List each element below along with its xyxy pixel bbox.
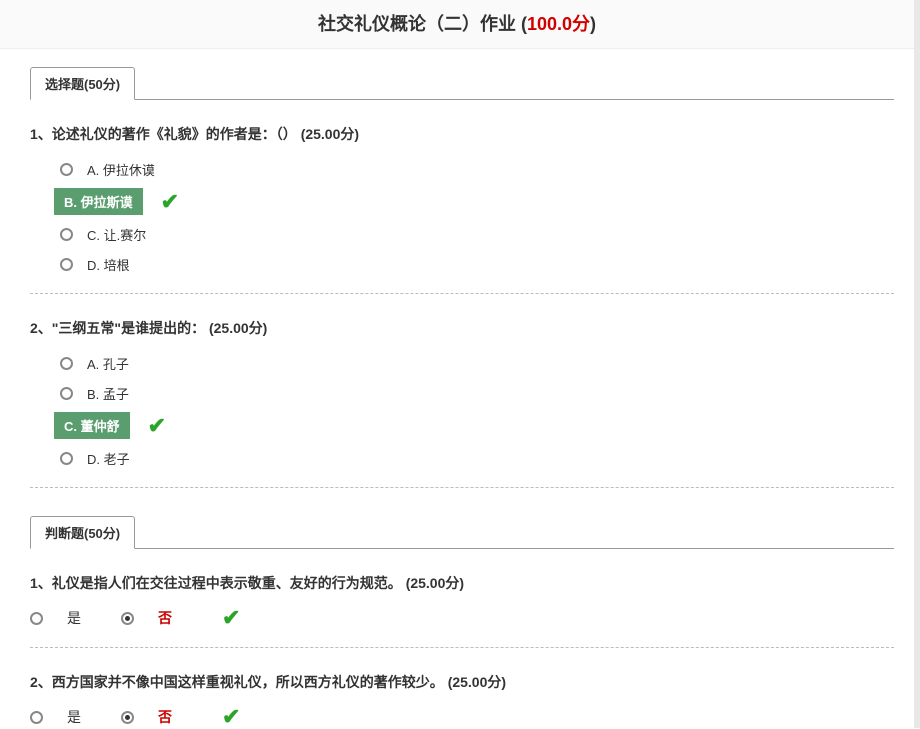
options-list: A. 孔子 B. 孟子 C. 董仲舒 ✔ D. 老子 bbox=[30, 352, 894, 469]
option-d[interactable]: D. 培根 bbox=[60, 253, 894, 275]
option-label: D. 老子 bbox=[87, 449, 130, 468]
radio-icon bbox=[60, 163, 73, 176]
tf-question-2: 2、西方国家并不像中国这样重视礼仪，所以西方礼仪的著作较少。 (25.00分) … bbox=[30, 672, 894, 728]
choice-tab: 选择题(50分) bbox=[30, 67, 135, 100]
q-number: 2、 bbox=[30, 674, 52, 690]
options-list: A. 伊拉休谟 B. 伊拉斯谟 ✔ C. 让.赛尔 D. 培根 bbox=[30, 158, 894, 275]
radio-icon bbox=[60, 228, 73, 241]
q-points: (25.00分) bbox=[406, 575, 464, 591]
q-text: 论述礼仪的著作《礼貌》的作者是：（） bbox=[52, 126, 297, 142]
tf-true-option[interactable]: 是 bbox=[30, 608, 81, 628]
radio-icon bbox=[30, 612, 43, 625]
correct-answer-badge: C. 董仲舒 bbox=[54, 412, 130, 439]
tf-questions: 1、礼仪是指人们在交往过程中表示敬重、友好的行为规范。 (25.00分) 是 否… bbox=[0, 573, 914, 728]
tf-false-option[interactable]: 否 bbox=[121, 707, 172, 727]
choice-questions: 1、论述礼仪的著作《礼貌》的作者是：（） (25.00分) A. 伊拉休谟 B.… bbox=[0, 124, 914, 488]
score-value: 100.0分 bbox=[527, 14, 590, 34]
quiz-container: 社交礼仪概论（二）作业 (100.0分) 选择题(50分) 1、论述礼仪的著作《… bbox=[0, 0, 920, 728]
option-b-correct[interactable]: B. 伊拉斯谟 ✔ bbox=[60, 188, 894, 215]
tf-true-label: 是 bbox=[67, 608, 81, 628]
tf-true-label: 是 bbox=[67, 707, 81, 727]
option-label: A. 伊拉休谟 bbox=[87, 160, 155, 179]
checkmark-icon: ✔ bbox=[222, 607, 240, 629]
option-a[interactable]: A. 孔子 bbox=[60, 352, 894, 374]
tf-options: 是 否 ✔ bbox=[30, 607, 894, 629]
checkmark-icon: ✔ bbox=[148, 415, 166, 437]
radio-icon bbox=[60, 258, 73, 271]
question-title: 1、论述礼仪的著作《礼貌》的作者是：（） (25.00分) bbox=[30, 124, 894, 144]
question-title: 1、礼仪是指人们在交往过程中表示敬重、友好的行为规范。 (25.00分) bbox=[30, 573, 894, 593]
q-text: "三纲五常"是谁提出的： bbox=[52, 320, 205, 336]
radio-icon-selected bbox=[121, 711, 134, 724]
q-points: (25.00分) bbox=[301, 126, 359, 142]
radio-icon bbox=[60, 357, 73, 370]
checkmark-icon: ✔ bbox=[161, 191, 179, 213]
option-c-correct[interactable]: C. 董仲舒 ✔ bbox=[60, 412, 894, 439]
divider bbox=[30, 99, 894, 100]
option-label: D. 培根 bbox=[87, 255, 130, 274]
title-prefix: 社交礼仪概论（二）作业 ( bbox=[318, 14, 527, 34]
option-label: A. 孔子 bbox=[87, 354, 129, 373]
option-label: C. 让.赛尔 bbox=[87, 225, 146, 244]
divider bbox=[30, 548, 894, 549]
page-title: 社交礼仪概论（二）作业 (100.0分) bbox=[318, 14, 596, 34]
tf-false-option[interactable]: 否 bbox=[121, 608, 172, 628]
tf-tab: 判断题(50分) bbox=[30, 516, 135, 549]
radio-icon-selected bbox=[121, 612, 134, 625]
question-1: 1、论述礼仪的著作《礼貌》的作者是：（） (25.00分) A. 伊拉休谟 B.… bbox=[30, 124, 894, 275]
option-a[interactable]: A. 伊拉休谟 bbox=[60, 158, 894, 180]
tf-section-header: 判断题(50分) bbox=[30, 516, 914, 549]
option-label: B. 孟子 bbox=[87, 384, 129, 403]
q-number: 2、 bbox=[30, 320, 52, 336]
correct-answer-badge: B. 伊拉斯谟 bbox=[54, 188, 143, 215]
q-points: (25.00分) bbox=[209, 320, 267, 336]
option-b[interactable]: B. 孟子 bbox=[60, 382, 894, 404]
q-text: 西方国家并不像中国这样重视礼仪，所以西方礼仪的著作较少。 bbox=[52, 674, 444, 690]
tf-false-label: 否 bbox=[158, 707, 172, 727]
question-title: 2、"三纲五常"是谁提出的： (25.00分) bbox=[30, 318, 894, 338]
question-2: 2、"三纲五常"是谁提出的： (25.00分) A. 孔子 B. 孟子 C. 董… bbox=[30, 318, 894, 469]
radio-icon bbox=[60, 387, 73, 400]
title-suffix: ) bbox=[590, 14, 596, 34]
radio-icon bbox=[30, 711, 43, 724]
tf-true-option[interactable]: 是 bbox=[30, 707, 81, 727]
option-d[interactable]: D. 老子 bbox=[60, 447, 894, 469]
choice-section-header: 选择题(50分) bbox=[30, 67, 914, 100]
tf-false-label: 否 bbox=[158, 608, 172, 628]
checkmark-icon: ✔ bbox=[222, 706, 240, 728]
q-points: (25.00分) bbox=[448, 674, 506, 690]
tf-options: 是 否 ✔ bbox=[30, 706, 894, 728]
q-text: 礼仪是指人们在交往过程中表示敬重、友好的行为规范。 bbox=[52, 575, 402, 591]
divider bbox=[30, 487, 894, 488]
page-header: 社交礼仪概论（二）作业 (100.0分) bbox=[0, 0, 914, 49]
option-c[interactable]: C. 让.赛尔 bbox=[60, 223, 894, 245]
divider bbox=[30, 647, 894, 648]
divider bbox=[30, 293, 894, 294]
question-title: 2、西方国家并不像中国这样重视礼仪，所以西方礼仪的著作较少。 (25.00分) bbox=[30, 672, 894, 692]
radio-icon bbox=[60, 452, 73, 465]
tf-question-1: 1、礼仪是指人们在交往过程中表示敬重、友好的行为规范。 (25.00分) 是 否… bbox=[30, 573, 894, 629]
q-number: 1、 bbox=[30, 575, 52, 591]
q-number: 1、 bbox=[30, 126, 52, 142]
